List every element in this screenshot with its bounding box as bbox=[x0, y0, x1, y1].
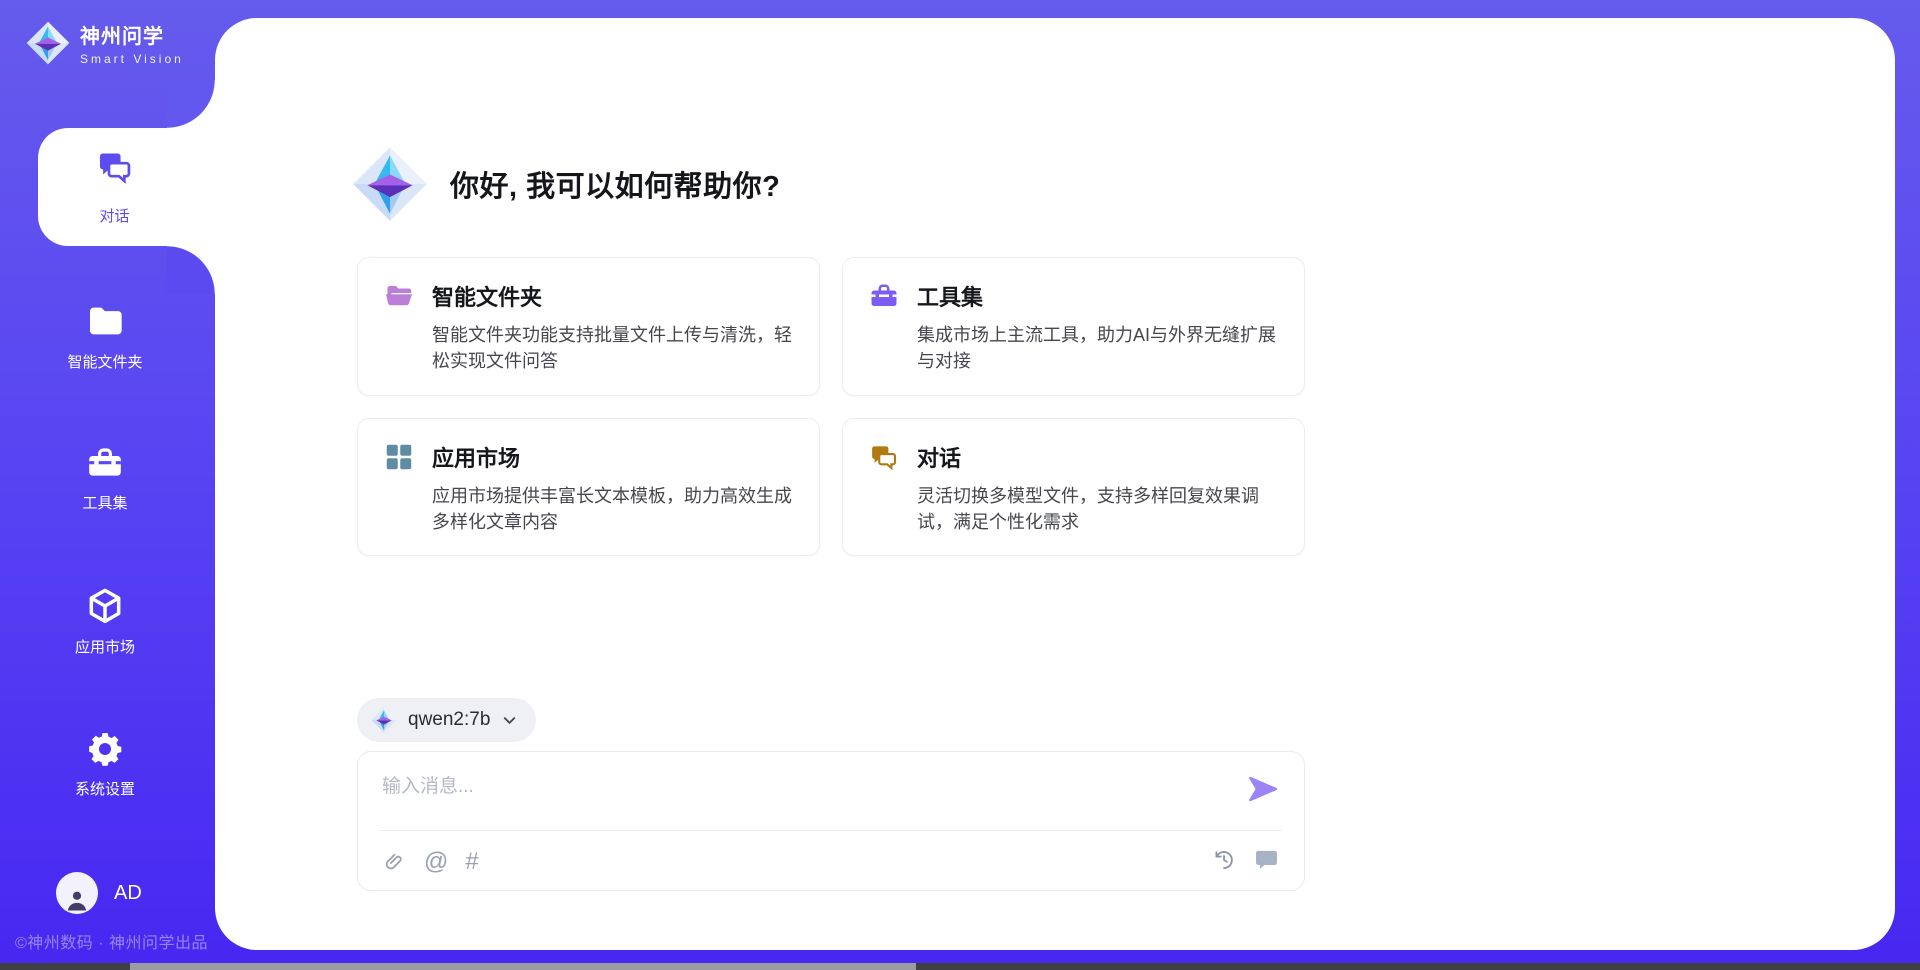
sidebar-item-label: 对话 bbox=[99, 205, 129, 226]
greeting-block: 你好, 我可以如何帮助你? bbox=[352, 146, 780, 222]
composer-toolbar-right bbox=[1211, 846, 1280, 873]
brand-diamond-logo-icon bbox=[26, 21, 70, 65]
hero-diamond-logo-icon bbox=[352, 146, 428, 222]
sidebar-item-smart-folder[interactable]: 智能文件夹 bbox=[0, 301, 210, 372]
model-name: qwen2:7b bbox=[408, 709, 490, 731]
chat-bubble-icon[interactable] bbox=[1253, 846, 1280, 873]
chat-bubbles-icon bbox=[869, 442, 899, 472]
avatar bbox=[56, 872, 98, 914]
sidebar-item-app-market[interactable]: 应用市场 bbox=[0, 586, 210, 657]
grid-icon bbox=[384, 442, 414, 472]
history-icon[interactable] bbox=[1211, 847, 1237, 873]
folder-icon bbox=[85, 301, 125, 341]
sidebar-item-chat[interactable]: 对话 bbox=[38, 128, 215, 246]
card-title: 工具集 bbox=[917, 280, 983, 312]
brand-name: 神州问学 bbox=[80, 20, 184, 49]
send-icon[interactable] bbox=[1246, 772, 1280, 806]
model-selector[interactable]: qwen2:7b bbox=[357, 698, 536, 742]
message-input[interactable] bbox=[382, 770, 1222, 804]
toolbox-icon bbox=[86, 444, 124, 482]
active-tab-fillet-bottom bbox=[167, 246, 215, 294]
sidebar: 神州问学 Smart Vision 对话 智能文件夹 工具集 应用市场 系统设置… bbox=[0, 0, 215, 970]
bottom-edge-highlight bbox=[130, 963, 916, 970]
composer-toolbar-left: @ # bbox=[382, 844, 479, 880]
at-icon[interactable]: @ bbox=[424, 850, 448, 874]
composer-divider bbox=[380, 830, 1282, 831]
card-title: 对话 bbox=[917, 441, 961, 473]
bottom-edge-strip bbox=[0, 963, 1920, 970]
card-title: 智能文件夹 bbox=[432, 280, 542, 312]
cube-icon bbox=[85, 586, 125, 626]
sidebar-item-toolset[interactable]: 工具集 bbox=[0, 444, 210, 513]
logo-diamond-icon bbox=[371, 707, 397, 733]
sidebar-item-settings[interactable]: 系统设置 bbox=[0, 730, 210, 799]
active-tab-fillet-top bbox=[167, 80, 215, 128]
message-composer: @ # bbox=[357, 751, 1305, 891]
user-profile[interactable]: AD bbox=[56, 872, 142, 914]
greeting-title: 你好, 我可以如何帮助你? bbox=[450, 163, 780, 205]
brand-logo-block: 神州问学 Smart Vision bbox=[26, 20, 184, 66]
gear-icon bbox=[86, 730, 124, 768]
card-title: 应用市场 bbox=[432, 441, 520, 473]
hash-icon[interactable]: # bbox=[465, 850, 478, 874]
folder-open-icon bbox=[384, 281, 414, 311]
sidebar-item-label: 应用市场 bbox=[0, 636, 210, 657]
paperclip-icon[interactable] bbox=[382, 850, 407, 875]
chevron-down-icon bbox=[501, 712, 518, 729]
card-app-market[interactable]: 应用市场 应用市场提供丰富长文本模板，助力高效生成多样化文章内容 bbox=[357, 418, 820, 557]
card-toolset[interactable]: 工具集 集成市场上主流工具，助力AI与外界无缝扩展与对接 bbox=[842, 257, 1305, 396]
card-description: 应用市场提供丰富长文本模板，助力高效生成多样化文章内容 bbox=[432, 483, 793, 536]
sidebar-item-label: 智能文件夹 bbox=[0, 351, 210, 372]
chat-bubbles-icon bbox=[96, 148, 134, 186]
card-description: 灵活切换多模型文件，支持多样回复效果调试，满足个性化需求 bbox=[917, 483, 1278, 536]
card-description: 智能文件夹功能支持批量文件上传与清洗，轻松实现文件问答 bbox=[432, 322, 793, 375]
brand-subtitle: Smart Vision bbox=[80, 52, 184, 66]
card-chat[interactable]: 对话 灵活切换多模型文件，支持多样回复效果调试，满足个性化需求 bbox=[842, 418, 1305, 557]
sidebar-item-label: 系统设置 bbox=[0, 778, 210, 799]
feature-cards: 智能文件夹 智能文件夹功能支持批量文件上传与清洗，轻松实现文件问答 工具集 集成… bbox=[357, 257, 1305, 556]
card-smart-folder[interactable]: 智能文件夹 智能文件夹功能支持批量文件上传与清洗，轻松实现文件问答 bbox=[357, 257, 820, 396]
toolbox-icon bbox=[869, 281, 899, 311]
user-initials: AD bbox=[114, 882, 142, 905]
person-avatar-icon bbox=[63, 886, 91, 914]
card-description: 集成市场上主流工具，助力AI与外界无缝扩展与对接 bbox=[917, 322, 1278, 375]
sidebar-item-label: 工具集 bbox=[0, 492, 210, 513]
sidebar-footer-credit: ©神州数码 · 神州问学出品 bbox=[15, 929, 208, 953]
